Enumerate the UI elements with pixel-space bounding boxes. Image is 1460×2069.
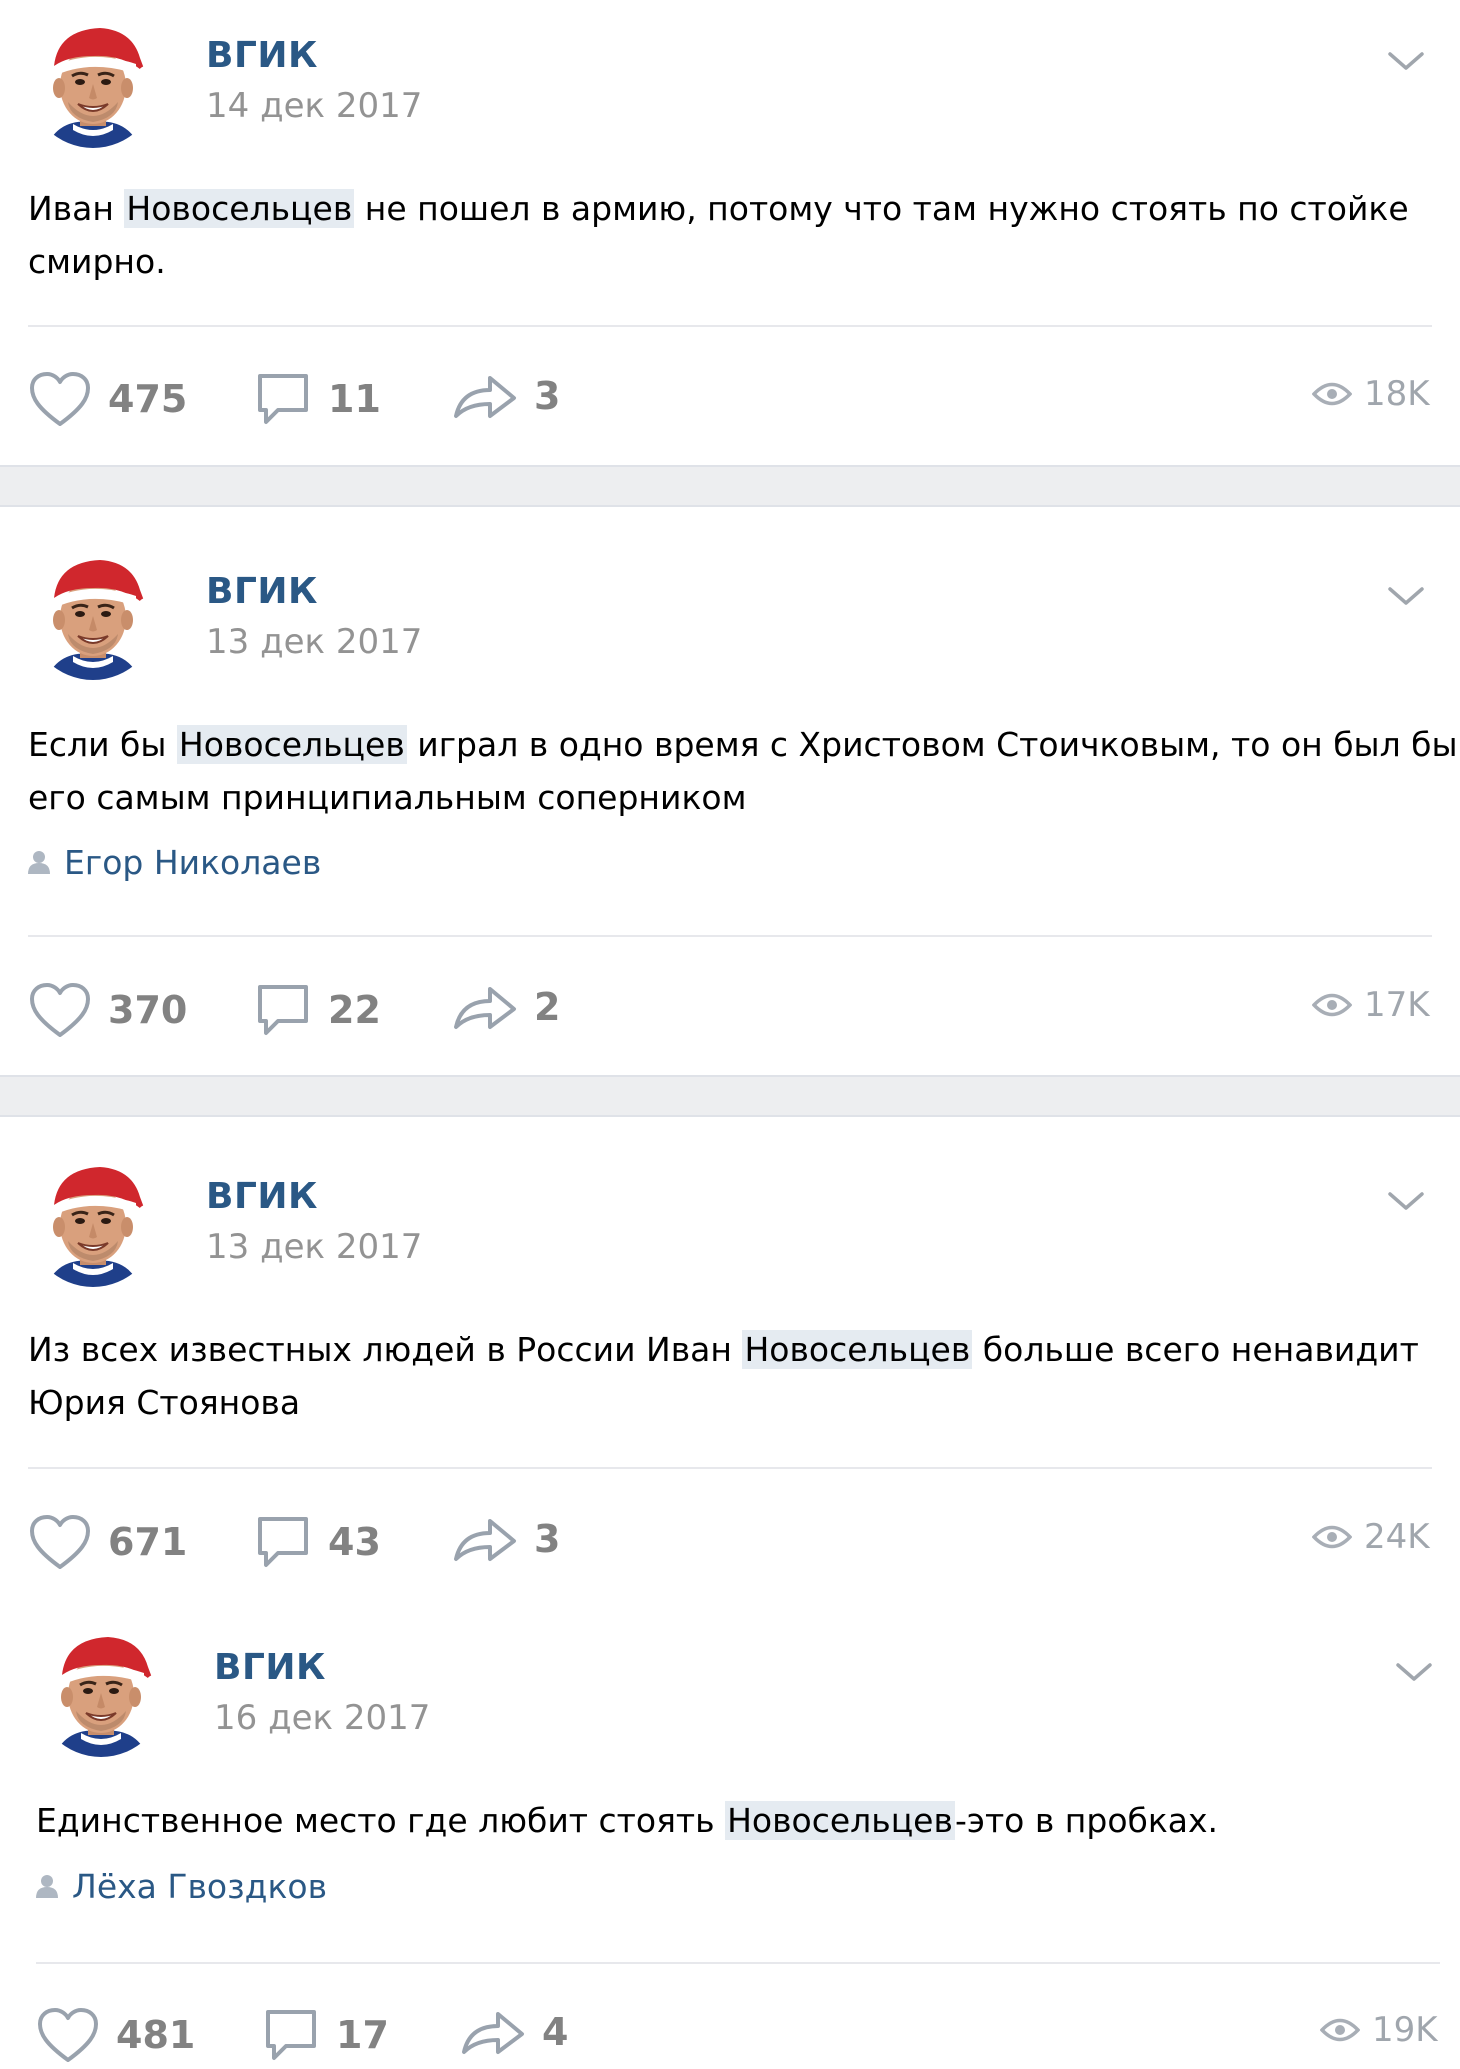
like-button[interactable]: 370	[28, 981, 187, 1039]
chevron-down-icon[interactable]	[1386, 1190, 1426, 1214]
post-text-line: Юрия Стоянова	[28, 1383, 301, 1422]
post-author[interactable]: ВГИК	[206, 571, 318, 612]
chevron-down-icon[interactable]	[1386, 50, 1426, 74]
comment-count: 43	[328, 1520, 381, 1564]
highlighted-name[interactable]: Новосельцев	[725, 1801, 955, 1840]
views-count: 19K	[1372, 2010, 1438, 2050]
eye-icon	[1312, 1525, 1352, 1549]
avatar[interactable]	[36, 1627, 166, 1757]
like-count: 475	[108, 377, 188, 421]
comment-count: 11	[328, 377, 381, 421]
eye-icon	[1312, 993, 1352, 1017]
post: ВГИК 13 дек 2017 Из всех известных людей…	[0, 1117, 1460, 1587]
views-counter: 18K	[1312, 374, 1430, 414]
share-button[interactable]: 3	[452, 370, 560, 422]
views-counter: 17K	[1312, 985, 1430, 1025]
comment-count: 22	[328, 988, 381, 1032]
post-gap	[0, 1075, 1460, 1117]
eye-icon	[1312, 382, 1352, 406]
views-count: 24K	[1364, 1517, 1430, 1557]
views-counter: 19K	[1320, 2010, 1438, 2050]
post-text: Из всех известных людей в России Иван Но…	[28, 1323, 1419, 1429]
post-text-line: его самым принципиальным соперником	[28, 778, 747, 817]
person-icon	[36, 1874, 58, 1898]
comment-button[interactable]: 17	[262, 2006, 389, 2064]
heart-icon	[30, 983, 90, 1037]
divider	[36, 1962, 1440, 1964]
avatar[interactable]	[28, 1157, 158, 1287]
like-button[interactable]: 671	[28, 1513, 187, 1571]
highlighted-name[interactable]: Новосельцев	[742, 1330, 973, 1369]
post-date[interactable]: 13 дек 2017	[206, 1227, 422, 1267]
share-count: 3	[534, 1517, 561, 1561]
post-text: Единственное место где любит стоять Ново…	[36, 1794, 1218, 1847]
divider	[28, 1467, 1432, 1469]
post-text-line: смирно.	[28, 242, 166, 281]
post-date[interactable]: 16 дек 2017	[214, 1698, 430, 1738]
share-count: 3	[534, 374, 561, 418]
views-count: 17K	[1364, 985, 1430, 1025]
comment-button[interactable]: 22	[254, 981, 381, 1039]
divider	[28, 325, 1432, 327]
post-author[interactable]: ВГИК	[206, 35, 318, 76]
comment-button[interactable]: 11	[254, 370, 381, 428]
comment-button[interactable]: 43	[254, 1513, 381, 1571]
share-button[interactable]: 3	[452, 1513, 560, 1565]
like-button[interactable]: 481	[36, 2006, 195, 2064]
post: ВГИК 13 дек 2017 Если бы Новосельцев игр…	[0, 507, 1460, 1075]
eye-icon	[1320, 2018, 1360, 2042]
views-count: 18K	[1364, 374, 1430, 414]
views-counter: 24K	[1312, 1517, 1430, 1557]
comment-icon	[266, 2010, 316, 2060]
heart-icon	[30, 1515, 90, 1569]
share-arrow-icon	[454, 1519, 516, 1561]
post: ВГИК 16 дек 2017 Единственное место где …	[0, 1587, 1460, 2069]
post-gap	[0, 465, 1460, 507]
chevron-down-icon[interactable]	[1386, 585, 1426, 609]
share-button[interactable]: 4	[460, 2006, 568, 2058]
divider	[28, 935, 1432, 937]
signer-name: Лёха Гвоздков	[72, 1867, 328, 1906]
post-text: Иван Новосельцев не пошел в армию, потом…	[28, 182, 1409, 288]
share-arrow-icon	[454, 987, 516, 1029]
share-button[interactable]: 2	[452, 981, 560, 1033]
signer-name: Егор Николаев	[64, 843, 322, 882]
chevron-down-icon[interactable]	[1394, 1661, 1434, 1685]
like-count: 671	[108, 1520, 188, 1564]
post-text-line: Из всех известных людей в России Иван Но…	[28, 1330, 1419, 1369]
post-text-line: Единственное место где любит стоять Ново…	[36, 1801, 1219, 1840]
post-signer[interactable]: Егор Николаев	[28, 843, 321, 882]
comment-icon	[258, 374, 308, 424]
heart-icon	[30, 372, 90, 426]
post-author[interactable]: ВГИК	[206, 1176, 318, 1217]
post-text: Если бы Новосельцев играл в одно время с…	[28, 718, 1458, 824]
post-text-line: Если бы Новосельцев играл в одно время с…	[28, 725, 1458, 764]
comment-icon	[258, 1517, 308, 1567]
like-count: 370	[108, 988, 188, 1032]
share-arrow-icon	[462, 2012, 524, 2054]
share-arrow-icon	[454, 376, 516, 418]
like-count: 481	[116, 2013, 196, 2057]
heart-icon	[38, 2008, 98, 2062]
post: ВГИК 14 дек 2017 Иван Новосельцев не пош…	[0, 0, 1460, 465]
post-date[interactable]: 14 дек 2017	[206, 86, 422, 126]
post-text-line: Иван Новосельцев не пошел в армию, потом…	[28, 189, 1409, 228]
post-signer[interactable]: Лёха Гвоздков	[36, 1867, 327, 1906]
post-date[interactable]: 13 дек 2017	[206, 622, 422, 662]
avatar[interactable]	[28, 550, 158, 680]
avatar[interactable]	[28, 18, 158, 148]
highlighted-name[interactable]: Новосельцев	[176, 725, 407, 764]
post-author[interactable]: ВГИК	[214, 1647, 326, 1688]
like-button[interactable]: 475	[28, 370, 187, 428]
share-count: 2	[534, 985, 561, 1029]
person-icon	[28, 850, 50, 874]
share-count: 4	[542, 2010, 569, 2054]
highlighted-name[interactable]: Новосельцев	[124, 189, 355, 228]
comment-icon	[258, 985, 308, 1035]
comment-count: 17	[336, 2013, 389, 2057]
